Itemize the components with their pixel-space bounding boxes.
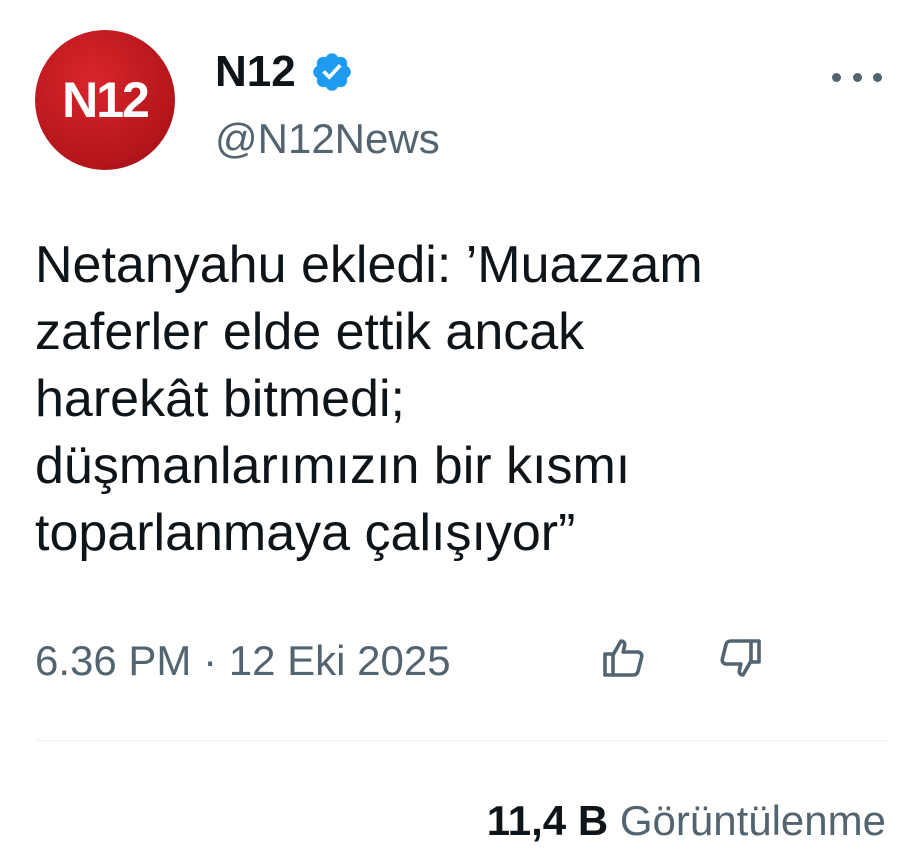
thumbs-down-icon: [720, 639, 761, 677]
views-count[interactable]: 11,4 B Görüntülenme: [487, 800, 886, 842]
author-handle[interactable]: @N12News: [215, 118, 440, 160]
tweet-text: Netanyahu ekledi: ’Muazzam zaferler elde…: [35, 236, 703, 562]
verified-badge-icon: [312, 53, 351, 91]
views-number: 11,4 B: [486, 797, 609, 844]
dislike-button[interactable]: [714, 632, 766, 684]
avatar[interactable]: N12: [35, 30, 175, 170]
thumbs-up-icon: [603, 639, 644, 677]
author-name-row: N12: [215, 50, 354, 94]
avatar-text: N12: [62, 72, 150, 128]
divider: [35, 740, 887, 741]
views-label: Görüntülenme: [619, 797, 886, 844]
like-button[interactable]: [598, 632, 650, 684]
more-horizontal-icon[interactable]: [832, 62, 882, 92]
tweet-timestamp[interactable]: 6.36 PM · 12 Eki 2025: [35, 640, 451, 682]
display-name[interactable]: N12: [215, 50, 296, 94]
